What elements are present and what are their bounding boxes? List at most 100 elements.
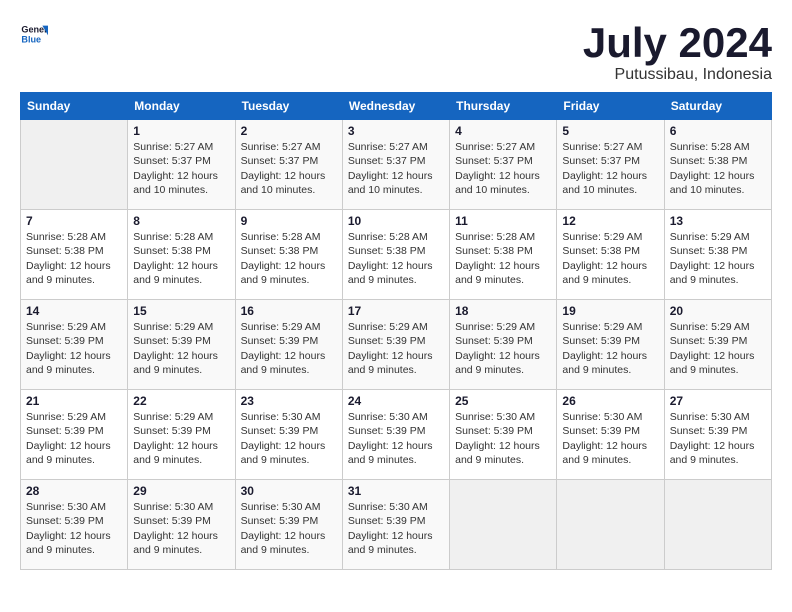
calendar-cell: 10 Sunrise: 5:28 AMSunset: 5:38 PMDayligh…: [342, 210, 449, 300]
calendar-cell: 26Sunrise: 5:30 AMSunset: 5:39 PMDayligh…: [557, 390, 664, 480]
calendar-header-row: SundayMondayTuesdayWednesdayThursdayFrid…: [21, 93, 772, 120]
day-info: Sunrise: 5:27 AMSunset: 5:37 PMDaylight:…: [241, 140, 337, 197]
header-saturday: Saturday: [664, 93, 771, 120]
day-number: 31: [348, 484, 444, 498]
day-info: Sunrise: 5:28 AMSunset: 5:38 PMDaylight:…: [241, 230, 337, 287]
day-number: 7: [26, 214, 122, 228]
day-number: 15: [133, 304, 229, 318]
day-number: 4: [455, 124, 551, 138]
day-info: Sunrise: 5:30 AMSunset: 5:39 PMDaylight:…: [348, 500, 444, 557]
calendar-cell: 14Sunrise: 5:29 AMSunset: 5:39 PMDayligh…: [21, 300, 128, 390]
day-info: Sunrise: 5:29 AMSunset: 5:39 PMDaylight:…: [348, 320, 444, 377]
header-wednesday: Wednesday: [342, 93, 449, 120]
day-info: Sunrise: 5:30 AMSunset: 5:39 PMDaylight:…: [562, 410, 658, 467]
header-monday: Monday: [128, 93, 235, 120]
calendar-cell: 20Sunrise: 5:29 AMSunset: 5:39 PMDayligh…: [664, 300, 771, 390]
calendar-cell: 27 Sunrise: 5:30 AMSunset: 5:39 PMDayligh…: [664, 390, 771, 480]
logo-icon: General Blue: [20, 20, 48, 48]
day-number: 1: [133, 124, 229, 138]
day-number: 16: [241, 304, 337, 318]
calendar-cell: 12 Sunrise: 5:29 AMSunset: 5:38 PMDayligh…: [557, 210, 664, 300]
day-info: Sunrise: 5:29 AMSunset: 5:39 PMDaylight:…: [455, 320, 551, 377]
calendar-cell: 24 Sunrise: 5:30 AMSunset: 5:39 PMDayligh…: [342, 390, 449, 480]
location-subtitle: Putussibau, Indonesia: [583, 66, 772, 84]
page-header: General Blue July 2024 Putussibau, Indon…: [20, 20, 772, 84]
day-number: 21: [26, 394, 122, 408]
calendar-week-row: 14Sunrise: 5:29 AMSunset: 5:39 PMDayligh…: [21, 300, 772, 390]
calendar-cell: 2 Sunrise: 5:27 AMSunset: 5:37 PMDaylight…: [235, 120, 342, 210]
day-info: Sunrise: 5:30 AMSunset: 5:39 PMDaylight:…: [26, 500, 122, 557]
calendar-week-row: 21Sunrise: 5:29 AMSunset: 5:39 PMDayligh…: [21, 390, 772, 480]
day-number: 9: [241, 214, 337, 228]
day-number: 25: [455, 394, 551, 408]
header-sunday: Sunday: [21, 93, 128, 120]
calendar-week-row: 7 Sunrise: 5:28 AMSunset: 5:38 PMDaylight…: [21, 210, 772, 300]
day-number: 20: [670, 304, 766, 318]
calendar-cell: 21Sunrise: 5:29 AMSunset: 5:39 PMDayligh…: [21, 390, 128, 480]
day-number: 5: [562, 124, 658, 138]
calendar-cell: 16 Sunrise: 5:29 AMSunset: 5:39 PMDayligh…: [235, 300, 342, 390]
day-number: 18: [455, 304, 551, 318]
day-info: Sunrise: 5:29 AMSunset: 5:38 PMDaylight:…: [670, 230, 766, 287]
day-number: 27: [670, 394, 766, 408]
calendar-cell: 7 Sunrise: 5:28 AMSunset: 5:38 PMDaylight…: [21, 210, 128, 300]
day-info: Sunrise: 5:29 AMSunset: 5:39 PMDaylight:…: [133, 320, 229, 377]
calendar-cell: 28 Sunrise: 5:30 AMSunset: 5:39 PMDayligh…: [21, 480, 128, 570]
day-info: Sunrise: 5:28 AMSunset: 5:38 PMDaylight:…: [670, 140, 766, 197]
calendar-cell: 15 Sunrise: 5:29 AMSunset: 5:39 PMDayligh…: [128, 300, 235, 390]
day-number: 3: [348, 124, 444, 138]
day-info: Sunrise: 5:30 AMSunset: 5:39 PMDaylight:…: [670, 410, 766, 467]
day-info: Sunrise: 5:29 AMSunset: 5:39 PMDaylight:…: [26, 320, 122, 377]
day-info: Sunrise: 5:27 AMSunset: 5:37 PMDaylight:…: [562, 140, 658, 197]
calendar-cell: 8 Sunrise: 5:28 AMSunset: 5:38 PMDaylight…: [128, 210, 235, 300]
calendar-cell: 3 Sunrise: 5:27 AMSunset: 5:37 PMDaylight…: [342, 120, 449, 210]
day-number: 8: [133, 214, 229, 228]
day-info: Sunrise: 5:29 AMSunset: 5:39 PMDaylight:…: [562, 320, 658, 377]
calendar-cell: 11 Sunrise: 5:28 AMSunset: 5:38 PMDayligh…: [450, 210, 557, 300]
day-info: Sunrise: 5:27 AMSunset: 5:37 PMDaylight:…: [455, 140, 551, 197]
day-info: Sunrise: 5:29 AMSunset: 5:38 PMDaylight:…: [562, 230, 658, 287]
day-info: Sunrise: 5:28 AMSunset: 5:38 PMDaylight:…: [455, 230, 551, 287]
calendar-week-row: 1 Sunrise: 5:27 AMSunset: 5:37 PMDaylight…: [21, 120, 772, 210]
calendar-cell: 29Sunrise: 5:30 AMSunset: 5:39 PMDayligh…: [128, 480, 235, 570]
day-number: 29: [133, 484, 229, 498]
day-number: 24: [348, 394, 444, 408]
logo: General Blue: [20, 20, 48, 48]
day-info: Sunrise: 5:28 AMSunset: 5:38 PMDaylight:…: [26, 230, 122, 287]
day-number: 6: [670, 124, 766, 138]
day-number: 28: [26, 484, 122, 498]
calendar-cell: 31 Sunrise: 5:30 AMSunset: 5:39 PMDayligh…: [342, 480, 449, 570]
day-number: 13: [670, 214, 766, 228]
day-info: Sunrise: 5:30 AMSunset: 5:39 PMDaylight:…: [455, 410, 551, 467]
day-number: 17: [348, 304, 444, 318]
day-info: Sunrise: 5:28 AMSunset: 5:38 PMDaylight:…: [133, 230, 229, 287]
day-info: Sunrise: 5:30 AMSunset: 5:39 PMDaylight:…: [241, 410, 337, 467]
calendar-cell: [21, 120, 128, 210]
day-number: 30: [241, 484, 337, 498]
calendar-cell: 18 Sunrise: 5:29 AMSunset: 5:39 PMDayligh…: [450, 300, 557, 390]
day-number: 10: [348, 214, 444, 228]
calendar-cell: [557, 480, 664, 570]
calendar-cell: 4 Sunrise: 5:27 AMSunset: 5:37 PMDaylight…: [450, 120, 557, 210]
day-number: 23: [241, 394, 337, 408]
day-info: Sunrise: 5:28 AMSunset: 5:38 PMDaylight:…: [348, 230, 444, 287]
calendar-cell: 13 Sunrise: 5:29 AMSunset: 5:38 PMDayligh…: [664, 210, 771, 300]
calendar-cell: 5 Sunrise: 5:27 AMSunset: 5:37 PMDaylight…: [557, 120, 664, 210]
day-info: Sunrise: 5:27 AMSunset: 5:37 PMDaylight:…: [348, 140, 444, 197]
title-area: July 2024 Putussibau, Indonesia: [583, 20, 772, 84]
calendar-table: SundayMondayTuesdayWednesdayThursdayFrid…: [20, 92, 772, 570]
day-info: Sunrise: 5:30 AMSunset: 5:39 PMDaylight:…: [241, 500, 337, 557]
header-thursday: Thursday: [450, 93, 557, 120]
svg-text:Blue: Blue: [21, 34, 41, 44]
calendar-cell: 22Sunrise: 5:29 AMSunset: 5:39 PMDayligh…: [128, 390, 235, 480]
day-info: Sunrise: 5:30 AMSunset: 5:39 PMDaylight:…: [348, 410, 444, 467]
day-number: 12: [562, 214, 658, 228]
day-info: Sunrise: 5:27 AMSunset: 5:37 PMDaylight:…: [133, 140, 229, 197]
day-number: 2: [241, 124, 337, 138]
day-info: Sunrise: 5:29 AMSunset: 5:39 PMDaylight:…: [241, 320, 337, 377]
calendar-cell: 9 Sunrise: 5:28 AMSunset: 5:38 PMDaylight…: [235, 210, 342, 300]
day-number: 11: [455, 214, 551, 228]
calendar-cell: 30 Sunrise: 5:30 AMSunset: 5:39 PMDayligh…: [235, 480, 342, 570]
calendar-cell: [664, 480, 771, 570]
calendar-cell: 23 Sunrise: 5:30 AMSunset: 5:39 PMDayligh…: [235, 390, 342, 480]
